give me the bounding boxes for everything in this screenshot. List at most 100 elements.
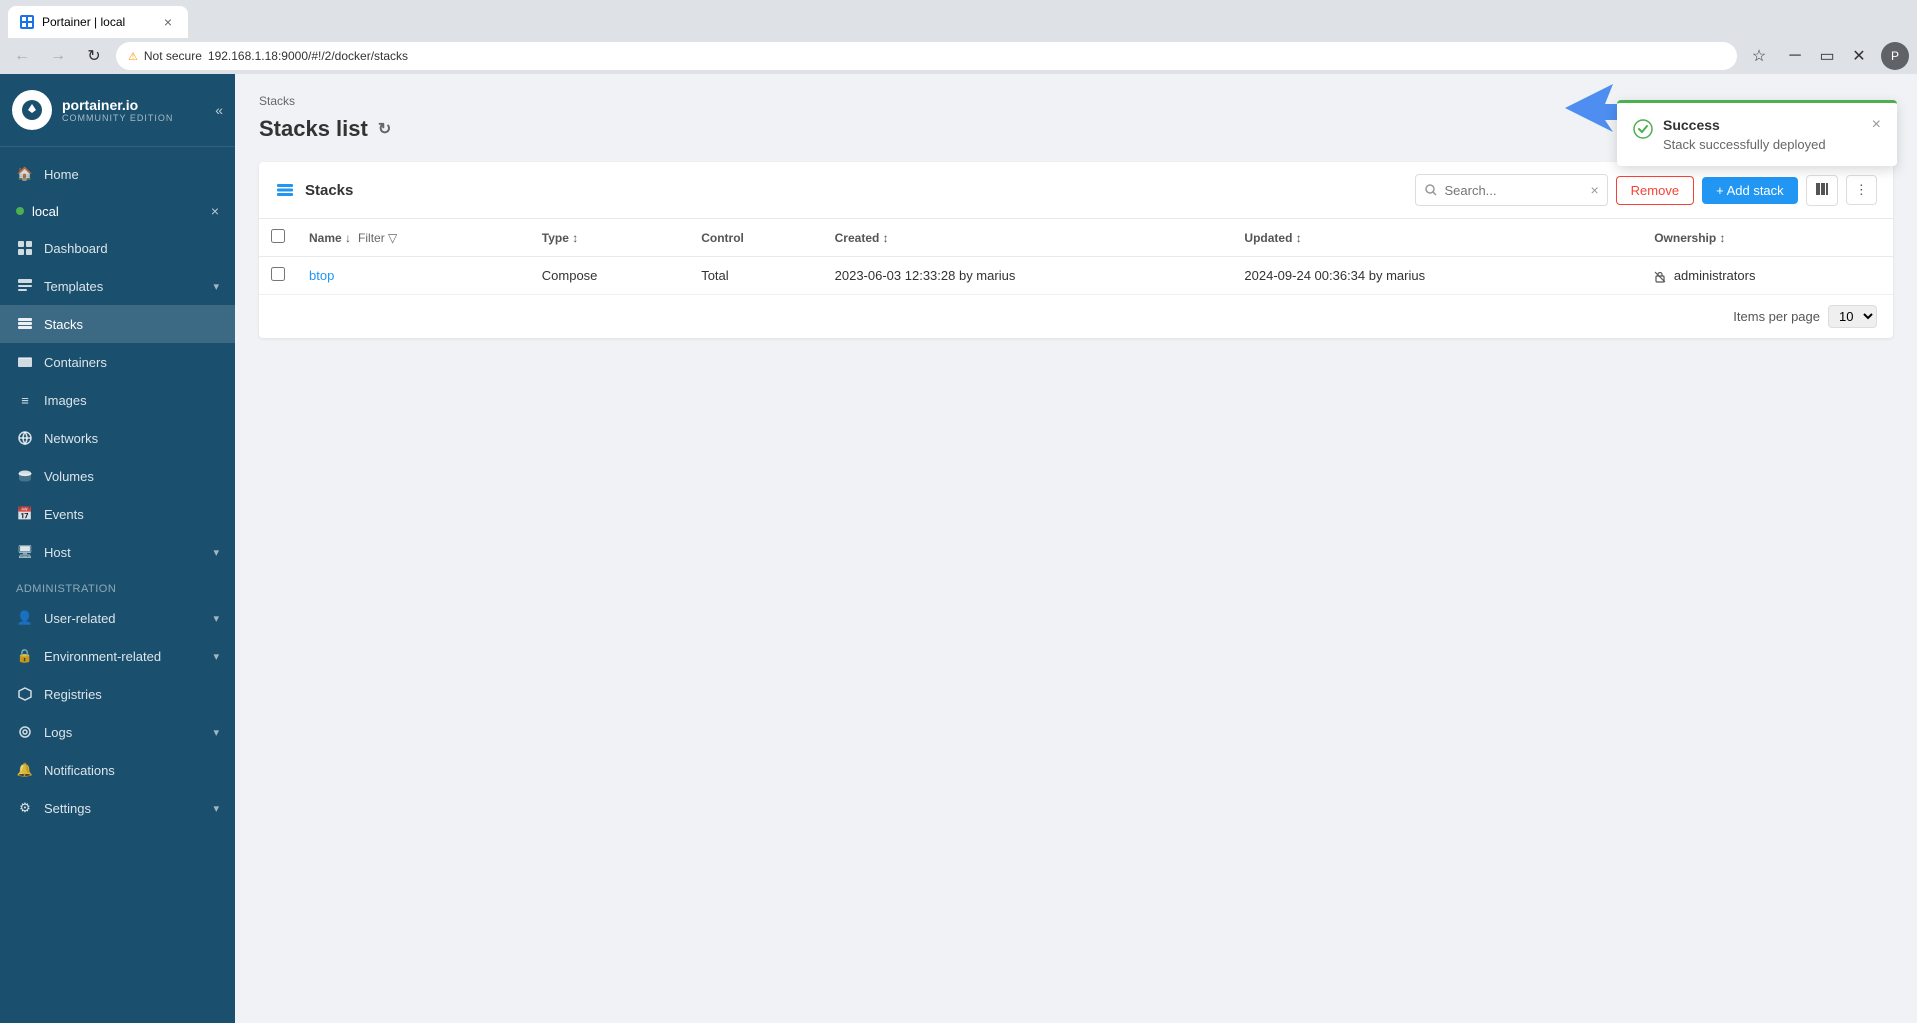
dashboard-label: Dashboard: [44, 241, 219, 256]
settings-label: Settings: [44, 801, 203, 816]
bookmark-btn[interactable]: ☆: [1745, 42, 1773, 70]
sidebar-item-images[interactable]: ≡ Images: [0, 381, 235, 419]
more-options-btn[interactable]: ⋮: [1846, 175, 1877, 205]
forward-btn[interactable]: →: [44, 42, 72, 70]
table-row: btop Compose Total 2023-06-03 12:33:28 b…: [259, 257, 1893, 295]
templates-arrow-icon: ▾: [213, 280, 219, 293]
images-icon: ≡: [16, 391, 34, 409]
stacks-label: Stacks: [44, 317, 219, 332]
reload-btn[interactable]: ↻: [80, 42, 108, 70]
sidebar-logo: portainer.io COMMUNITY EDITION «: [0, 74, 235, 147]
stacks-table-container: Name ↓ Filter ▽ Type ↕ Control Created ↕…: [259, 219, 1893, 295]
address-bar[interactable]: ⚠ Not secure 192.168.1.18:9000/#!/2/dock…: [116, 42, 1737, 70]
search-box[interactable]: ×: [1415, 174, 1607, 206]
logo-edition: COMMUNITY EDITION: [62, 113, 173, 123]
env-close-btn[interactable]: ×: [211, 203, 219, 219]
sidebar-item-registries[interactable]: Registries: [0, 675, 235, 713]
sidebar-env-header[interactable]: local ×: [0, 193, 235, 229]
sidebar-item-host[interactable]: 🖥 Host ▾: [0, 533, 235, 571]
browser-tab[interactable]: Portainer | local ×: [8, 6, 188, 38]
sidebar-nav: 🏠 Home local × Dashboard Templates: [0, 147, 235, 1023]
logs-label: Logs: [44, 725, 203, 740]
control-column-header: Control: [701, 231, 744, 245]
networks-icon: [16, 429, 34, 447]
select-all-checkbox[interactable]: [271, 229, 285, 243]
panel-title: Stacks: [275, 180, 1403, 200]
host-label: Host: [44, 545, 203, 560]
containers-label: Containers: [44, 355, 219, 370]
minimize-btn[interactable]: ─: [1781, 42, 1809, 70]
toast-title: Success: [1663, 117, 1862, 133]
sidebar-item-settings[interactable]: ⚙ Settings ▾: [0, 789, 235, 827]
sidebar-item-volumes[interactable]: Volumes: [0, 457, 235, 495]
created-column-header[interactable]: Created ↕: [835, 231, 889, 245]
items-per-page-label: Items per page: [1733, 309, 1820, 324]
items-per-page-select[interactable]: 10 25 50: [1828, 305, 1877, 328]
logs-arrow-icon: ▾: [213, 726, 219, 739]
filter-btn[interactable]: Filter ▽: [354, 231, 401, 245]
toast-container: Success Stack successfully deployed ×: [1617, 100, 1897, 166]
type-column-header[interactable]: Type ↕: [542, 231, 578, 245]
profile-avatar[interactable]: P: [1881, 42, 1909, 70]
sidebar-item-events[interactable]: 📅 Events: [0, 495, 235, 533]
name-column-header[interactable]: Name ↓ Filter ▽: [309, 231, 401, 245]
sidebar-item-user-related[interactable]: 👤 User-related ▾: [0, 599, 235, 637]
toast-success-icon: [1633, 119, 1653, 144]
notifications-icon: 🔔: [16, 761, 34, 779]
add-stack-btn[interactable]: + Add stack: [1702, 177, 1798, 204]
stack-type: Compose: [542, 268, 598, 283]
dashboard-icon: [16, 239, 34, 257]
sidebar-item-templates[interactable]: Templates ▾: [0, 267, 235, 305]
stacks-table: Name ↓ Filter ▽ Type ↕ Control Created ↕…: [259, 219, 1893, 295]
home-icon: 🏠: [16, 165, 34, 183]
columns-btn[interactable]: [1806, 175, 1838, 206]
stacks-panel: Stacks × Remove + Add stack ⋮: [259, 162, 1893, 338]
sidebar-item-logs[interactable]: Logs ▾: [0, 713, 235, 751]
sidebar: portainer.io COMMUNITY EDITION « 🏠 Home …: [0, 74, 235, 1023]
stack-updated: 2024-09-24 00:36:34 by marius: [1244, 268, 1425, 283]
settings-icon: ⚙: [16, 799, 34, 817]
sidebar-item-environment-related[interactable]: 🔒 Environment-related ▾: [0, 637, 235, 675]
sidebar-item-containers[interactable]: Containers: [0, 343, 235, 381]
environment-related-arrow-icon: ▾: [213, 650, 219, 663]
search-clear-btn[interactable]: ×: [1590, 182, 1598, 198]
env-name: local: [32, 204, 203, 219]
columns-icon: [1815, 182, 1829, 196]
updated-column-header[interactable]: Updated ↕: [1244, 231, 1301, 245]
search-input[interactable]: [1444, 183, 1584, 198]
toast-close-btn[interactable]: ×: [1872, 117, 1881, 133]
events-label: Events: [44, 507, 219, 522]
close-btn[interactable]: ✕: [1845, 42, 1873, 70]
back-btn[interactable]: ←: [8, 42, 36, 70]
sidebar-item-networks[interactable]: Networks: [0, 419, 235, 457]
remove-btn[interactable]: Remove: [1616, 176, 1694, 205]
toast-message: Stack successfully deployed: [1663, 137, 1862, 152]
logs-icon: [16, 723, 34, 741]
sidebar-item-stacks[interactable]: Stacks: [0, 305, 235, 343]
tab-close-btn[interactable]: ×: [160, 14, 176, 30]
containers-icon: [16, 353, 34, 371]
stack-name-link[interactable]: btop: [309, 268, 334, 283]
environment-related-label: Environment-related: [44, 649, 203, 664]
stack-control: Total: [701, 268, 728, 283]
address-url: 192.168.1.18:9000/#!/2/docker/stacks: [208, 49, 408, 63]
tab-title: Portainer | local: [42, 15, 125, 29]
ownership-icon: [1654, 271, 1666, 283]
logo-name: portainer.io: [62, 97, 173, 113]
networks-label: Networks: [44, 431, 219, 446]
toast: Success Stack successfully deployed ×: [1617, 100, 1897, 166]
sidebar-collapse-btn[interactable]: «: [215, 102, 223, 118]
panel-title-text: Stacks: [305, 182, 353, 199]
sidebar-item-notifications[interactable]: 🔔 Notifications: [0, 751, 235, 789]
restore-btn[interactable]: ▭: [1813, 42, 1841, 70]
row-checkbox[interactable]: [271, 267, 285, 281]
items-per-page-row: Items per page 10 25 50: [259, 295, 1893, 338]
sidebar-item-dashboard[interactable]: Dashboard: [0, 229, 235, 267]
host-icon: 🖥: [16, 543, 34, 561]
user-related-arrow-icon: ▾: [213, 612, 219, 625]
refresh-icon[interactable]: ↻: [378, 119, 391, 139]
events-icon: 📅: [16, 505, 34, 523]
logo-icon: [12, 90, 52, 130]
sidebar-item-home[interactable]: 🏠 Home: [0, 155, 235, 193]
ownership-column-header[interactable]: Ownership ↕: [1654, 231, 1725, 245]
